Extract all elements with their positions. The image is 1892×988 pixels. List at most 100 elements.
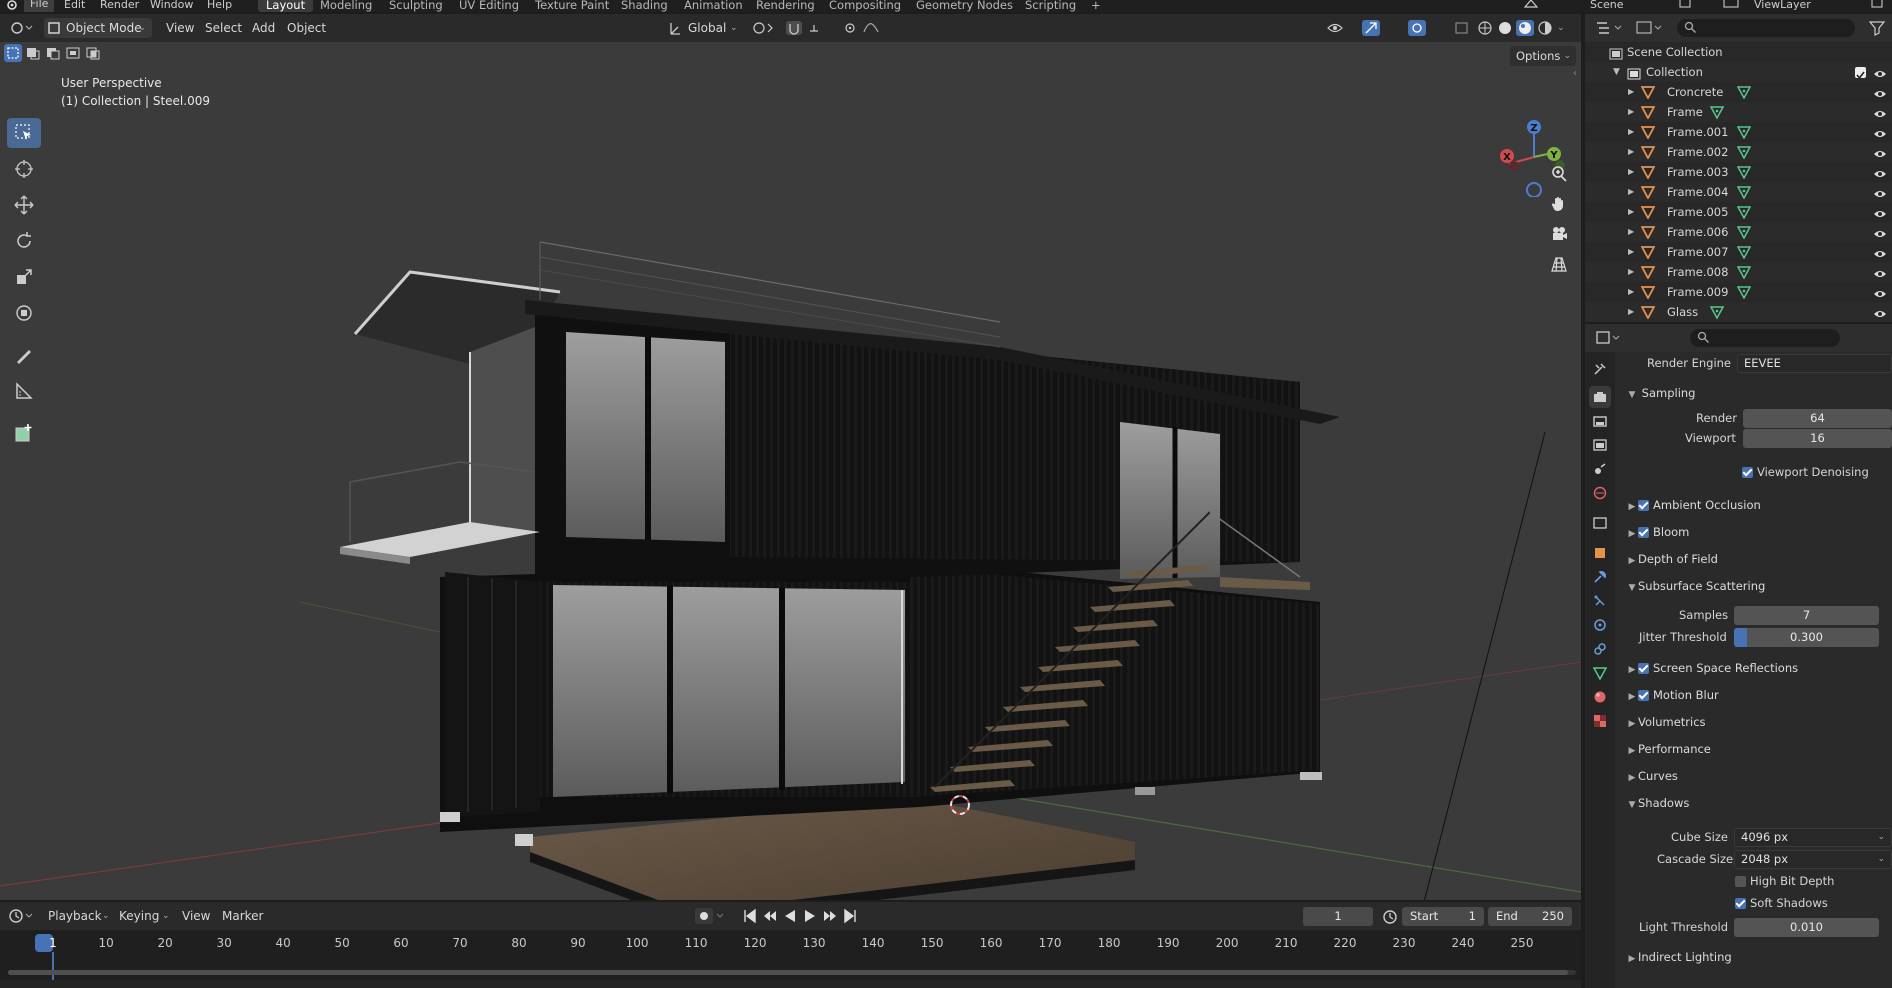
tab-shading[interactable]: Shading [613, 0, 676, 12]
copy-layer-icon[interactable] [1870, 0, 1884, 12]
rotate-tool[interactable] [7, 226, 41, 256]
tab-layout[interactable]: Layout [258, 0, 314, 12]
shading-solid-icon[interactable] [1496, 18, 1514, 38]
world-tab-icon[interactable] [1589, 482, 1611, 504]
snap-icon[interactable] [786, 18, 834, 38]
menu-object[interactable]: Object [287, 18, 326, 38]
outliner-object-row[interactable]: ▶ Frame.009 [1585, 282, 1892, 302]
viewport-denoising-checkbox[interactable]: Viewport Denoising [1742, 465, 1869, 479]
orientation-dropdown[interactable]: Global [688, 18, 726, 38]
properties-search-input[interactable] [1690, 329, 1840, 347]
menu-keying[interactable]: Keying [119, 906, 159, 926]
menu-edit[interactable]: Edit [64, 0, 85, 11]
tab-rendering[interactable]: Rendering [748, 0, 823, 12]
tab-sculpting[interactable]: Sculpting [381, 0, 451, 12]
annotate-tool[interactable] [7, 340, 41, 370]
chevron-right-icon[interactable]: ▶ [1628, 162, 1634, 182]
start-frame-field[interactable]: Start 1 [1402, 907, 1484, 926]
section-subsurface-scattering[interactable]: ▼ Subsurface Scattering [1620, 573, 1892, 600]
editor-type-icon[interactable] [8, 18, 34, 38]
shading-rendered-icon[interactable] [1536, 18, 1554, 38]
jump-end-icon[interactable] [842, 908, 858, 928]
chevron-down-icon[interactable]: ⌄ [1557, 18, 1565, 38]
move-tool[interactable] [7, 190, 41, 220]
section-performance[interactable]: ▶ Performance [1620, 736, 1892, 763]
scale-tool[interactable] [7, 262, 41, 292]
menu-view[interactable]: View [166, 18, 194, 38]
object-tab-icon[interactable] [1589, 542, 1611, 564]
end-frame-field[interactable]: End 250 [1488, 907, 1572, 926]
menu-select[interactable]: Select [205, 18, 242, 38]
chevron-right-icon[interactable]: ▶ [1628, 182, 1634, 202]
tab-compositing[interactable]: Compositing [821, 0, 909, 12]
section-curves[interactable]: ▶ Curves [1620, 763, 1892, 790]
timeline-ruler[interactable]: 1 10 20 30 40 50 60 70 80 90 100 110 120 130 140 150 160… [0, 930, 1581, 988]
eye-icon[interactable] [1873, 306, 1887, 326]
chevron-right-icon[interactable]: ▶ [1628, 282, 1634, 302]
checkbox-icon[interactable] [1638, 500, 1649, 511]
transform-tool[interactable] [7, 298, 41, 328]
menu-help[interactable]: Help [207, 0, 232, 11]
section-volumetrics[interactable]: ▶ Volumetrics [1620, 709, 1892, 736]
camera-view-icon[interactable] [1545, 220, 1573, 248]
outliner-object-row[interactable]: ▶ Glass [1585, 302, 1892, 322]
cube-size-dropdown[interactable]: 4096 px ⌄ [1734, 828, 1892, 847]
copy-scene-icon[interactable] [1678, 0, 1692, 12]
object-mode-dropdown[interactable]: Object Mode ⌄ [44, 18, 152, 38]
section-shadows[interactable]: ▼ Shadows [1620, 790, 1892, 817]
options-dropdown[interactable]: Options ⌄ [1510, 46, 1576, 66]
display-mode-icon[interactable] [1635, 19, 1665, 40]
mesh-data-icon[interactable] [1709, 305, 1724, 325]
outliner-object-row[interactable]: ▶ Frame.006 [1585, 222, 1892, 242]
section-bloom[interactable]: ▶ Bloom [1620, 519, 1892, 546]
constraints-tab-icon[interactable] [1589, 638, 1611, 660]
checkbox-icon[interactable] [1638, 527, 1649, 538]
viewport-samples-field[interactable]: 16 [1743, 429, 1892, 448]
render-engine-dropdown[interactable]: EEVEE [1737, 354, 1892, 373]
checkbox-icon[interactable] [1638, 663, 1649, 674]
high-bit-depth-checkbox[interactable]: High Bit Depth [1735, 874, 1834, 888]
timeline-scrollbar[interactable] [8, 970, 1576, 975]
soft-shadows-checkbox[interactable]: Soft Shadows [1735, 896, 1828, 910]
menu-timeline-view[interactable]: View [182, 906, 210, 926]
menu-file[interactable]: File [24, 0, 55, 12]
outliner-object-row[interactable]: ▶ Frame.008 [1585, 262, 1892, 282]
outliner-object-row[interactable]: ▶ Frame.007 [1585, 242, 1892, 262]
tab-animation[interactable]: Animation [676, 0, 751, 12]
xray-icon[interactable] [1454, 18, 1470, 38]
overlay-toggle-icon[interactable] [1408, 18, 1444, 38]
section-ambient-occlusion[interactable]: ▶ Ambient Occlusion [1620, 492, 1892, 519]
section-sampling[interactable]: ▼ Sampling [1620, 380, 1892, 407]
outliner-editor-icon[interactable] [1595, 19, 1625, 40]
add-workspace-button[interactable]: + [1083, 0, 1109, 12]
visibility-filter-icon[interactable] [1326, 18, 1356, 38]
tab-geometry-nodes[interactable]: Geometry Nodes [908, 0, 1021, 12]
jitter-threshold-slider[interactable]: 0.300 [1734, 628, 1879, 647]
measure-tool[interactable] [7, 376, 41, 406]
output-tab-icon[interactable] [1589, 410, 1611, 432]
outliner-object-row[interactable]: ▶ Frame.003 [1585, 162, 1892, 182]
add-cube-tool[interactable] [7, 418, 41, 448]
ortho-grid-icon[interactable] [1545, 250, 1573, 278]
menu-playback[interactable]: Playback [48, 906, 102, 926]
stopwatch-icon[interactable] [1382, 908, 1398, 928]
jump-start-icon[interactable] [742, 908, 758, 928]
blender-logo-icon[interactable] [4, 0, 18, 11]
shading-wireframe-icon[interactable] [1476, 18, 1494, 38]
pan-hand-icon[interactable] [1545, 190, 1573, 218]
play-icon[interactable] [802, 908, 818, 928]
tab-uv-editing[interactable]: UV Editing [451, 0, 527, 12]
sidebar-toggle-icon[interactable]: ‹ [1573, 68, 1577, 79]
modifier-tab-icon[interactable] [1589, 566, 1611, 588]
view-layer-selector[interactable]: ViewLayer [1754, 0, 1811, 11]
menu-window[interactable]: Window [150, 0, 193, 11]
section-ssr[interactable]: ▶ Screen Space Reflections [1620, 655, 1892, 682]
material-tab-icon[interactable] [1589, 686, 1611, 708]
outliner-object-row[interactable]: ▶ Frame.004 [1585, 182, 1892, 202]
cursor-tool[interactable] [7, 154, 41, 184]
filter-icon[interactable] [1868, 19, 1888, 40]
physics-tab-icon[interactable] [1589, 614, 1611, 636]
pivot-icon[interactable] [750, 18, 784, 38]
light-threshold-field[interactable]: 0.010 [1734, 918, 1879, 937]
collection-tab-icon[interactable] [1589, 512, 1611, 534]
